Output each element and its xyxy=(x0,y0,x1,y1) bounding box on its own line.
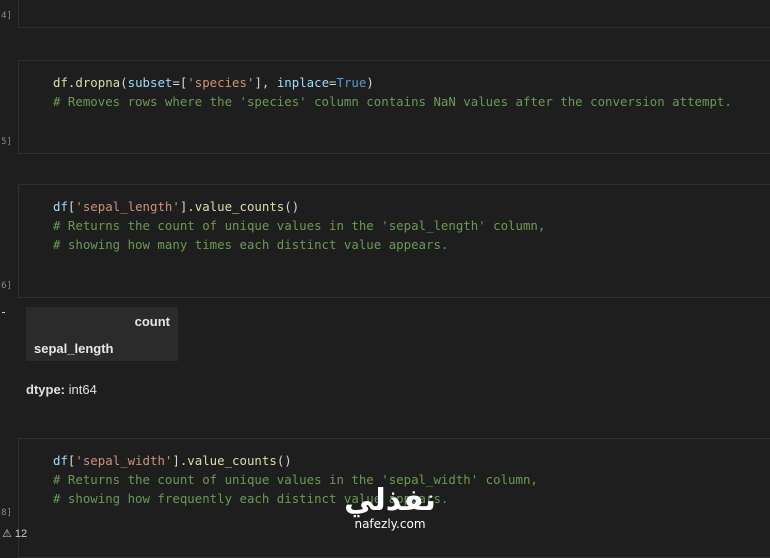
code-token: inplace xyxy=(276,75,330,90)
column-header-count: count xyxy=(134,314,170,329)
code-token: subset xyxy=(127,75,173,90)
dtype-label: dtype: xyxy=(26,382,65,397)
code-editor[interactable]: df['sepal_length'].value_counts() # Retu… xyxy=(53,197,545,254)
code-token: df xyxy=(53,453,68,468)
code-token: ], xyxy=(254,75,277,90)
execution-count-5: [5] xyxy=(0,137,12,147)
execution-count-4: [4] xyxy=(0,11,12,21)
status-bar: ⚠ 12 xyxy=(0,527,770,541)
dtype-value: int64 xyxy=(65,382,97,397)
code-token: value_counts xyxy=(194,199,285,214)
code-comment: # showing how many times each distinct v… xyxy=(53,237,449,252)
execution-count-8: [8] xyxy=(0,508,12,518)
code-cell-4[interactable] xyxy=(18,0,770,28)
code-token: 'sepal_length' xyxy=(75,199,180,214)
code-cell-5[interactable]: df.dropna(subset=['species'], inplace=Tr… xyxy=(18,60,770,154)
code-token: df.dropna xyxy=(53,75,121,90)
code-cell-6[interactable]: df['sepal_length'].value_counts() # Retu… xyxy=(18,184,770,298)
index-name-sepal-length: sepal_length xyxy=(34,341,114,356)
code-token: () xyxy=(284,199,300,214)
code-token: ]. xyxy=(179,199,195,214)
code-comment: # Returns the count of unique values in … xyxy=(53,472,538,487)
code-token: ]. xyxy=(172,453,188,468)
dtype-output: dtype: int64 xyxy=(26,382,97,397)
code-token: df xyxy=(53,199,68,214)
code-token: = xyxy=(329,75,337,90)
warnings-count[interactable]: ⚠ 12 xyxy=(2,527,27,540)
value-counts-output-table: count sepal_length xyxy=(26,307,178,361)
code-token: () xyxy=(276,453,292,468)
code-token: 'species' xyxy=(187,75,255,90)
code-editor[interactable]: df['sepal_width'].value_counts() # Retur… xyxy=(53,451,538,508)
code-comment: # Returns the count of unique values in … xyxy=(53,218,546,233)
code-token: ) xyxy=(366,75,374,90)
code-token: True xyxy=(336,75,367,90)
code-token: =[ xyxy=(172,75,188,90)
watermark-logo: نفذلي nafezly.com xyxy=(340,483,440,532)
code-token: value_counts xyxy=(187,453,277,468)
watermark-arabic: نفذلي xyxy=(344,483,436,518)
code-token: 'sepal_width' xyxy=(75,453,173,468)
code-comment: # Removes rows where the 'species' colum… xyxy=(53,94,732,109)
execution-count-6: [6] xyxy=(0,281,12,291)
code-token: ( xyxy=(120,75,128,90)
code-editor[interactable]: df.dropna(subset=['species'], inplace=Tr… xyxy=(53,73,732,111)
output-collapse-marker[interactable] xyxy=(2,312,5,313)
